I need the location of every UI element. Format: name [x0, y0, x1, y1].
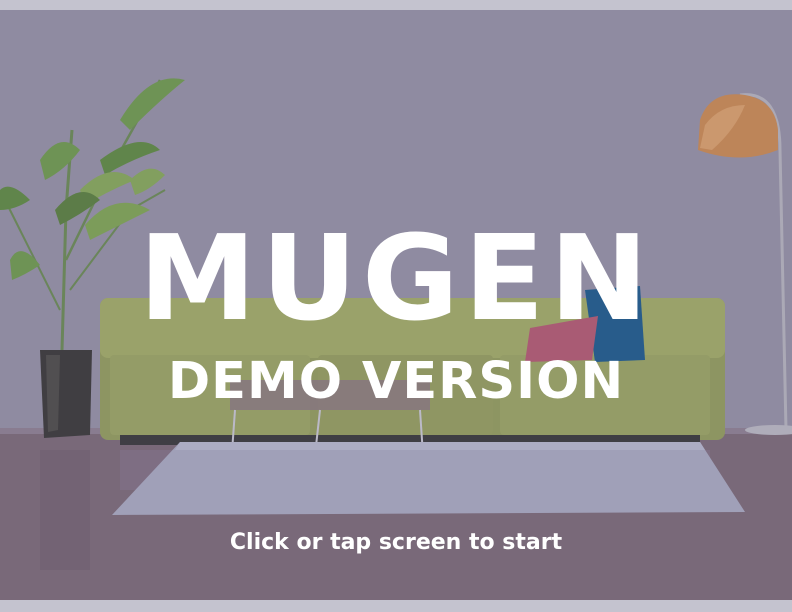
- title-screen[interactable]: MUGEN DEMO VERSION Click or tap screen t…: [0, 10, 792, 600]
- demo-version-label: DEMO VERSION: [167, 352, 625, 411]
- bottom-letterbox-bar: [0, 600, 792, 612]
- start-prompt[interactable]: Click or tap screen to start: [0, 528, 792, 558]
- top-letterbox-bar: [0, 0, 792, 10]
- game-title: MUGEN: [138, 209, 654, 347]
